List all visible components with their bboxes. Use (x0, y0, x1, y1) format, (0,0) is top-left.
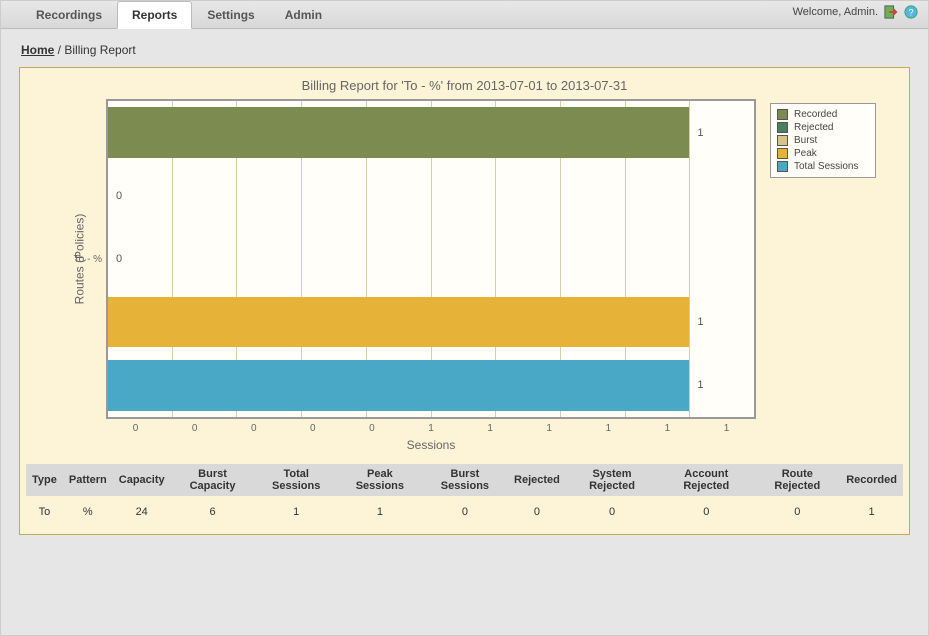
table-row: To%24611000001 (26, 496, 903, 528)
legend-swatch (777, 109, 788, 120)
summary-table: TypePatternCapacityBurst CapacityTotal S… (26, 464, 903, 528)
table-header-cell: Capacity (113, 464, 171, 496)
legend-label: Recorded (794, 109, 837, 120)
table-cell: 0 (508, 496, 566, 528)
tab-admin[interactable]: Admin (270, 1, 337, 28)
plot-wrap: To - % 10011 (66, 99, 756, 419)
legend-swatch (777, 161, 788, 172)
x-ticks: 00000111111 (106, 419, 756, 434)
x-tick: 1 (579, 423, 638, 434)
app-window: Recordings Reports Settings Admin Welcom… (0, 0, 929, 636)
x-tick: 1 (520, 423, 579, 434)
table-cell: 24 (113, 496, 171, 528)
tab-settings[interactable]: Settings (192, 1, 269, 28)
legend-swatch (777, 135, 788, 146)
legend-label: Rejected (794, 122, 833, 133)
legend-swatch (777, 122, 788, 133)
x-tick: 0 (224, 423, 283, 434)
tab-recordings[interactable]: Recordings (21, 1, 117, 28)
bar-value-label: 1 (689, 316, 703, 328)
table-header-row: TypePatternCapacityBurst CapacityTotal S… (26, 464, 903, 496)
legend-box: Recorded Rejected Burst Peak Total Sessions (770, 103, 876, 178)
table-header-cell: Burst Capacity (171, 464, 255, 496)
chart-legend: Recorded Rejected Burst Peak Total Sessions (766, 99, 876, 419)
table-cell: 1 (338, 496, 422, 528)
chart-title: Billing Report for 'To - %' from 2013-07… (26, 74, 903, 99)
bar-value-label: 0 (108, 190, 122, 202)
table-header-cell: Account Rejected (658, 464, 754, 496)
table-cell: 0 (566, 496, 658, 528)
legend-item: Rejected (777, 121, 869, 134)
bar-value-label: 1 (689, 379, 703, 391)
legend-item: Recorded (777, 108, 869, 121)
table-header-cell: Route Rejected (754, 464, 840, 496)
x-tick: 1 (401, 423, 460, 434)
legend-item: Total Sessions (777, 160, 869, 173)
table-header-cell: System Rejected (566, 464, 658, 496)
table-header-cell: Rejected (508, 464, 566, 496)
breadcrumb-home-link[interactable]: Home (21, 43, 54, 57)
bar-row: 1 (108, 101, 754, 164)
x-tick: 0 (283, 423, 342, 434)
table-cell: 0 (754, 496, 840, 528)
legend-label: Total Sessions (794, 161, 858, 172)
table-cell: % (63, 496, 113, 528)
header-right: Welcome, Admin. ? (793, 5, 918, 19)
table-header-cell: Burst Sessions (422, 464, 508, 496)
bar-recorded (108, 107, 689, 158)
breadcrumb: Home / Billing Report (19, 37, 910, 67)
bar-total-sessions (108, 360, 689, 411)
y-axis-label: Routes (Policies) (72, 214, 86, 305)
x-tick: 1 (697, 423, 756, 434)
bar-peak (108, 297, 689, 348)
svg-text:?: ? (909, 8, 914, 18)
legend-label: Peak (794, 148, 817, 159)
table-header-cell: Type (26, 464, 63, 496)
bar-row: 0 (108, 227, 754, 290)
logout-icon[interactable] (884, 5, 898, 19)
help-icon[interactable]: ? (904, 5, 918, 19)
breadcrumb-current: Billing Report (64, 43, 135, 57)
chart-plot: 1 0 0 1 1 (106, 99, 756, 419)
tab-reports[interactable]: Reports (117, 1, 192, 29)
x-tick: 0 (165, 423, 224, 434)
legend-label: Burst (794, 135, 817, 146)
table-cell: To (26, 496, 63, 528)
table-cell: 6 (171, 496, 255, 528)
welcome-text: Welcome, Admin. (793, 6, 878, 18)
content-area: Home / Billing Report Billing Report for… (1, 29, 928, 635)
table-cell: 0 (658, 496, 754, 528)
x-ticks-wrap: 00000111111 Sessions (106, 419, 756, 460)
bar-value-label: 1 (689, 127, 703, 139)
breadcrumb-sep: / (54, 43, 64, 57)
x-tick: 1 (461, 423, 520, 434)
x-tick: 0 (342, 423, 401, 434)
table-header-cell: Pattern (63, 464, 113, 496)
main-tabs: Recordings Reports Settings Admin (1, 1, 928, 29)
table-cell: 1 (254, 496, 338, 528)
table-header-cell: Peak Sessions (338, 464, 422, 496)
bar-row: 1 (108, 354, 754, 417)
legend-item: Peak (777, 147, 869, 160)
table-cell: 1 (840, 496, 903, 528)
table-header-cell: Total Sessions (254, 464, 338, 496)
report-panel: Billing Report for 'To - %' from 2013-07… (19, 67, 910, 535)
x-tick: 0 (106, 423, 165, 434)
chart-bars: 1 0 0 1 1 (108, 101, 754, 417)
bar-value-label: 0 (108, 253, 122, 265)
legend-swatch (777, 148, 788, 159)
bar-row: 0 (108, 164, 754, 227)
table-cell: 0 (422, 496, 508, 528)
x-axis-label: Sessions (106, 434, 756, 460)
table-header-cell: Recorded (840, 464, 903, 496)
legend-item: Burst (777, 134, 869, 147)
x-tick: 1 (638, 423, 697, 434)
bar-row: 1 (108, 291, 754, 354)
chart-area: Routes (Policies) To - % 10011 RecordedR… (26, 99, 903, 419)
